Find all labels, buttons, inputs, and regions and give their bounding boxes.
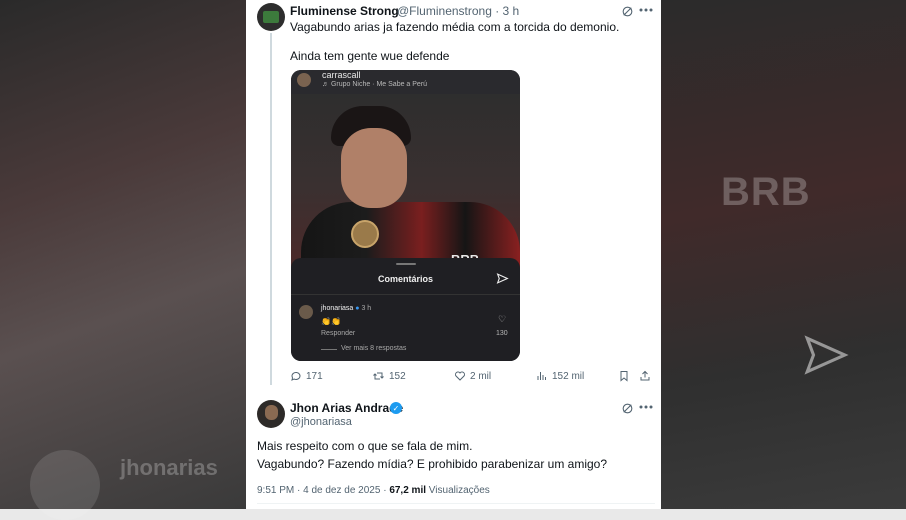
tweet-actions: 171 152 2 mil 152 mil (290, 370, 655, 386)
tweet-text: Mais respeito com o que se fala de mim. (257, 439, 473, 453)
bookmark-icon (620, 371, 628, 382)
avatar (299, 305, 313, 319)
views-button[interactable]: 152 mil (536, 370, 584, 382)
view-count: 152 mil (552, 370, 585, 382)
tweet-text: Vagabundo? Fazendo mídia? E prohibido pa… (257, 457, 608, 471)
views-count: 67,2 mil (389, 485, 427, 496)
more-icon[interactable] (638, 2, 654, 18)
share-icon (640, 370, 650, 381)
comment-like-count: 130 (496, 330, 508, 337)
retweet-icon (373, 372, 384, 380)
comment-text: 👏👏 (321, 317, 341, 326)
more-icon[interactable] (638, 399, 654, 415)
like-button[interactable]: 2 mil (454, 370, 491, 382)
timestamp[interactable]: 9:51 PM · 4 de dez de 2025 · (257, 485, 389, 496)
share-button[interactable] (639, 370, 651, 382)
background-left-text: jhonarias (120, 455, 218, 480)
like-icon (455, 371, 465, 381)
retweet-button[interactable]: 152 (372, 370, 406, 382)
reply-count: 171 (306, 370, 323, 382)
heart-icon: ♡ (498, 314, 507, 324)
embedded-screenshot[interactable]: carrascall ♬ Grupo Niche · Me Sabe a Per… (291, 70, 520, 361)
author-name[interactable]: Jhon Arias Andrade (290, 401, 403, 415)
background-right: BRB (661, 0, 906, 509)
send-icon (804, 335, 849, 375)
avatar[interactable] (257, 400, 285, 428)
verified-icon: ✓ (390, 402, 402, 414)
background-left: jhonarias (0, 0, 246, 520)
reply-link: Responder (321, 330, 356, 337)
thread-line (270, 33, 272, 385)
sheet-title: Comentários (377, 274, 433, 284)
views-icon (537, 372, 546, 380)
background-right-text: BRB (721, 170, 811, 214)
like-count: 2 mil (470, 370, 492, 382)
embed-header: carrascall ♬ Grupo Niche · Me Sabe a Per… (291, 70, 520, 94)
retweet-count: 152 (389, 370, 406, 382)
tweet-text: Ainda tem gente wue defende (290, 49, 450, 63)
author-name[interactable]: Fluminense Strong (290, 4, 399, 18)
grok-icon[interactable] (619, 3, 635, 19)
avatar (297, 73, 311, 87)
send-icon (496, 273, 509, 284)
avatar[interactable] (257, 3, 285, 31)
author-handle[interactable]: @jhonariasa (290, 416, 352, 428)
views-label: Visualizações (426, 485, 490, 496)
embed-username: carrascall (322, 70, 361, 80)
sheet-handle (396, 263, 416, 265)
more-replies: Ver mais 8 respostas (341, 345, 407, 352)
reply-button[interactable]: 171 (290, 370, 323, 382)
reply-icon (291, 371, 301, 381)
author-handle[interactable]: @Fluminenstrong · 3 h (397, 4, 519, 18)
verified-icon: ● (355, 305, 360, 312)
background-avatar (30, 450, 100, 520)
grok-icon[interactable] (619, 400, 635, 416)
tweet-meta: 9:51 PM · 4 de dez de 2025 · 67,2 mil Vi… (257, 485, 490, 496)
comment-author: jhonariasa ● 3 h (321, 305, 372, 312)
bookmark-button[interactable] (618, 370, 630, 382)
embed-music: ♬ Grupo Niche · Me Sabe a Perú (322, 81, 428, 88)
tweet-text: Vagabundo arias ja fazendo média com a t… (290, 20, 620, 34)
comments-sheet: Comentários jhonariasa ● 3 h 👏👏 Responde… (291, 258, 520, 361)
medal-icon (351, 220, 379, 248)
divider (257, 503, 655, 504)
